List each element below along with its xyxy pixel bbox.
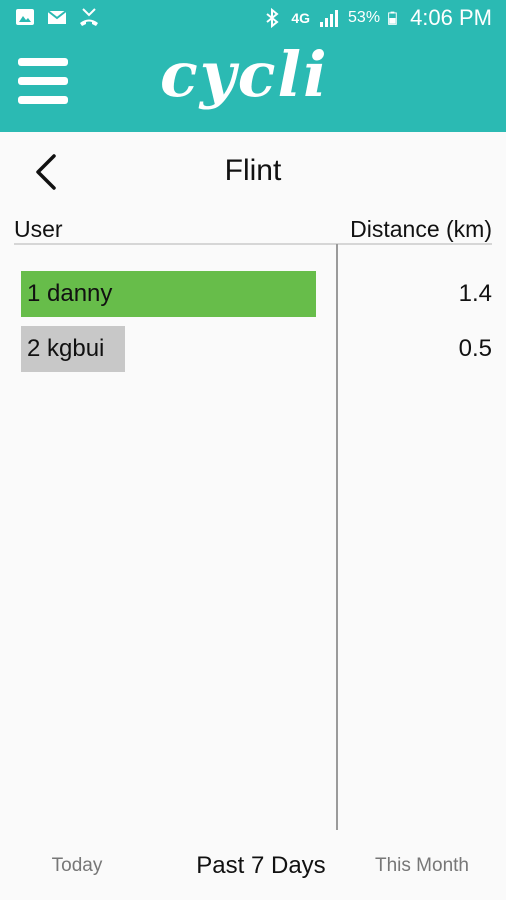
menu-line	[18, 77, 68, 85]
column-header-user: User	[14, 216, 63, 242]
menu-line	[18, 96, 68, 104]
image-icon	[16, 9, 34, 25]
tab-this-month[interactable]: This Month	[362, 848, 482, 884]
bluetooth-icon	[266, 7, 279, 29]
leaderboard-row-distance: 1.4	[458, 280, 492, 307]
header-divider	[14, 243, 492, 245]
status-left	[14, 6, 100, 28]
column-divider	[336, 244, 338, 830]
page-title: Flint	[224, 154, 282, 187]
leaderboard-row-user[interactable]: 2 kgbui	[21, 326, 125, 372]
leaderboard-row-distance: 0.5	[458, 335, 492, 362]
menu-line	[18, 58, 68, 66]
mail-icon	[47, 10, 67, 24]
status-right: 4G 53% 4:06 PM	[261, 5, 492, 31]
app-logo: cycli	[160, 38, 329, 111]
tab-today[interactable]: Today	[30, 848, 124, 884]
signal-icon	[320, 10, 339, 27]
leaderboard-row-user[interactable]: 1 danny	[21, 271, 316, 317]
app-header: 4G 53% 4:06 PM cycli	[0, 0, 506, 132]
status-bar: 4G 53% 4:06 PM	[0, 0, 506, 36]
column-header-distance: Distance (km)	[350, 216, 492, 242]
battery-percent: 53%	[348, 9, 381, 26]
missed-call-icon	[80, 8, 98, 26]
battery-icon	[388, 11, 397, 25]
status-time: 4:06 PM	[410, 5, 492, 30]
network-4g-icon: 4G	[291, 10, 311, 26]
menu-button[interactable]	[18, 58, 68, 104]
tab-past-7-days[interactable]: Past 7 Days	[186, 848, 336, 884]
